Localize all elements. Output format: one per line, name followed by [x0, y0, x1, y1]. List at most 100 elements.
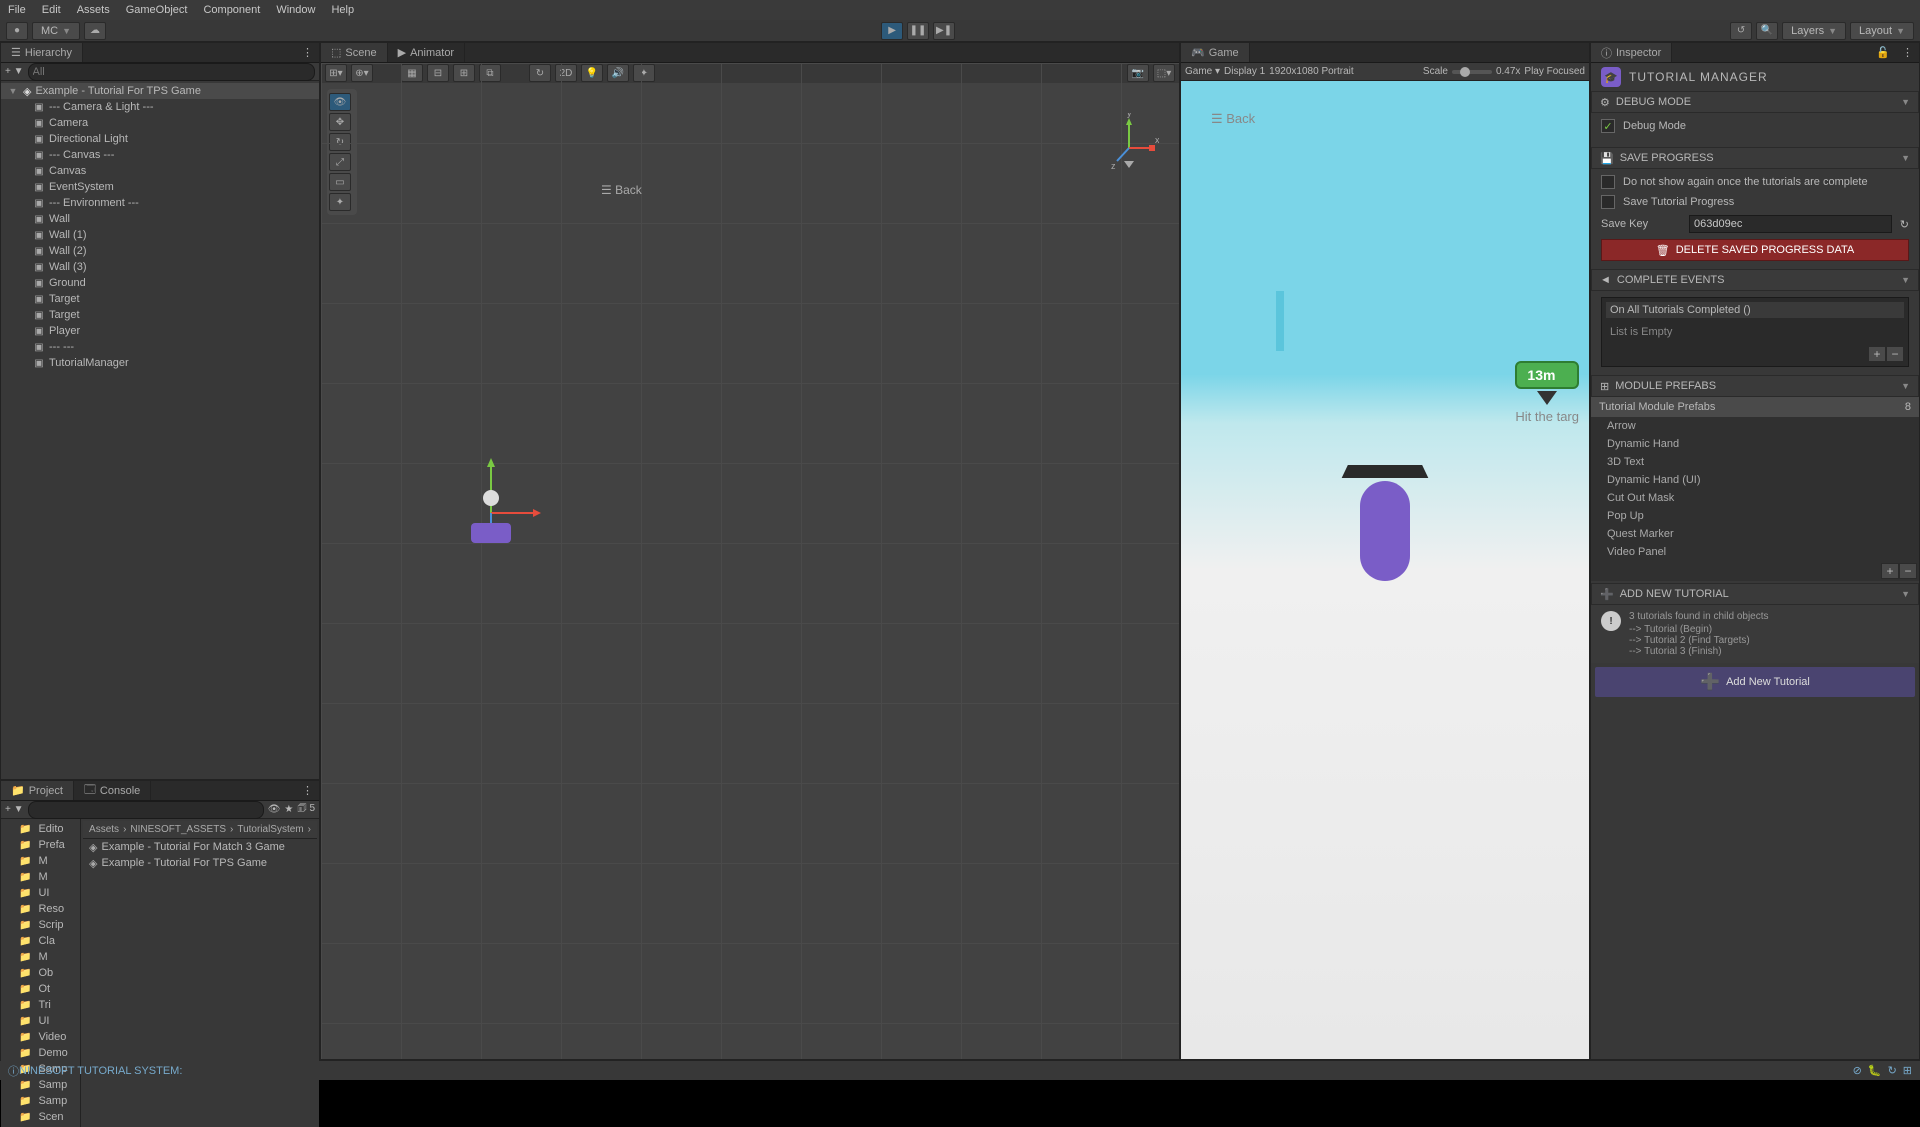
project-folder[interactable]: Prefa	[1, 837, 80, 853]
hierarchy-item[interactable]: ▣EventSystem	[1, 179, 319, 195]
project-folder[interactable]: Demo	[1, 1045, 80, 1061]
hierarchy-item[interactable]: ▣Wall (1)	[1, 227, 319, 243]
hierarchy-item[interactable]: ▣Player	[1, 323, 319, 339]
complete-events-header[interactable]: ◄COMPLETE EVENTS ▼	[1591, 269, 1919, 291]
add-tutorial-header[interactable]: ➕ADD NEW TUTORIAL ▼	[1591, 583, 1919, 605]
create-dropdown[interactable]: + ▼	[5, 66, 24, 77]
save-key-input[interactable]	[1689, 215, 1892, 233]
status-icon[interactable]: ⊘	[1853, 1064, 1862, 1077]
add-event-button[interactable]: +	[1868, 346, 1886, 362]
hierarchy-item[interactable]: ▣Camera	[1, 115, 319, 131]
panel-menu-icon[interactable]: ⋮	[1896, 46, 1919, 59]
game-back-button[interactable]: ☰ Back	[1211, 111, 1255, 127]
undo-history-icon[interactable]: ↺	[1730, 22, 1752, 40]
project-folder[interactable]: UI	[1, 1013, 80, 1029]
pause-button[interactable]: ❚❚	[907, 22, 929, 40]
save-progress-checkbox[interactable]	[1601, 195, 1615, 209]
account-label[interactable]: MC ▼	[32, 22, 80, 40]
hierarchy-item[interactable]: ▣Wall (2)	[1, 243, 319, 259]
menu-gameobject[interactable]: GameObject	[126, 4, 188, 16]
add-prefab-button[interactable]: +	[1881, 563, 1899, 579]
cloud-icon[interactable]: ☁	[84, 22, 106, 40]
project-folder[interactable]: UI	[1, 885, 80, 901]
debug-mode-header[interactable]: DEBUG MODE ▼	[1591, 91, 1919, 113]
status-icon[interactable]: 🐛	[1868, 1064, 1882, 1077]
remove-event-button[interactable]: −	[1886, 346, 1904, 362]
hierarchy-item[interactable]: ▣Wall (3)	[1, 259, 319, 275]
search-icon[interactable]: 🔍	[1756, 22, 1778, 40]
hierarchy-item[interactable]: ▣--- Environment ---	[1, 195, 319, 211]
module-prefabs-header[interactable]: ⊞MODULE PREFABS ▼	[1591, 375, 1919, 397]
project-folder[interactable]: Ob	[1, 965, 80, 981]
project-folder[interactable]: Scrip	[1, 917, 80, 933]
breadcrumb-item[interactable]: TutorialSystem	[237, 824, 303, 835]
game-tab[interactable]: 🎮Game	[1181, 43, 1250, 62]
project-file[interactable]: ◈ Example - Tutorial For TPS Game	[83, 855, 317, 871]
debug-mode-checkbox[interactable]	[1601, 119, 1615, 133]
hierarchy-item[interactable]: ▣Wall	[1, 211, 319, 227]
display-dropdown[interactable]: Display 1	[1224, 66, 1265, 77]
hierarchy-item[interactable]: ▣--- Canvas ---	[1, 147, 319, 163]
project-folder[interactable]: Video	[1, 1029, 80, 1045]
play-mode-dropdown[interactable]: Play Focused	[1524, 66, 1585, 77]
menu-assets[interactable]: Assets	[77, 4, 110, 16]
project-folder[interactable]: Samp	[1, 1077, 80, 1093]
scene-view[interactable]: ⊞▾ ⊕▾ ▦ ⊟ ⊞ ⧉ ↻ 2D 💡 🔊 ✦ 📷 ⬚▾	[321, 63, 1179, 1059]
prefab-item[interactable]: 3D Text	[1591, 453, 1919, 471]
hierarchy-item[interactable]: ▣Directional Light	[1, 131, 319, 147]
project-folder[interactable]: Ot	[1, 981, 80, 997]
prefab-item[interactable]: Cut Out Mask	[1591, 489, 1919, 507]
menu-edit[interactable]: Edit	[42, 4, 61, 16]
layout-dropdown[interactable]: Layout ▼	[1850, 22, 1914, 40]
panel-menu-icon[interactable]: ⋮	[296, 784, 319, 797]
prefab-item[interactable]: Arrow	[1591, 417, 1919, 435]
hierarchy-item[interactable]: ▣TutorialManager	[1, 355, 319, 371]
menu-window[interactable]: Window	[276, 4, 315, 16]
menu-component[interactable]: Component	[203, 4, 260, 16]
breadcrumb-item[interactable]: NINESOFT_ASSETS	[130, 824, 226, 835]
status-icon[interactable]: ↻	[1888, 1064, 1897, 1077]
project-folder[interactable]: Edito	[1, 821, 80, 837]
scene-player-gizmo[interactable]	[441, 443, 561, 563]
project-search[interactable]	[28, 801, 264, 819]
save-progress-header[interactable]: 💾SAVE PROGRESS ▼	[1591, 147, 1919, 169]
prefab-item[interactable]: Quest Marker	[1591, 525, 1919, 543]
hierarchy-item[interactable]: ▣Ground	[1, 275, 319, 291]
prefab-item[interactable]: Dynamic Hand	[1591, 435, 1919, 453]
scale-slider[interactable]	[1452, 70, 1492, 74]
hierarchy-item[interactable]: ▣Target	[1, 291, 319, 307]
step-button[interactable]: ▶❚	[933, 22, 955, 40]
star-icon[interactable]: ★	[284, 804, 293, 815]
add-new-tutorial-button[interactable]: ➕Add New Tutorial	[1595, 667, 1915, 697]
project-folder[interactable]: Samp	[1, 1093, 80, 1109]
menu-help[interactable]: Help	[331, 4, 354, 16]
project-folder[interactable]: M	[1, 869, 80, 885]
status-icon[interactable]: ⊞	[1903, 1064, 1912, 1077]
prefab-item[interactable]: Video Panel	[1591, 543, 1919, 561]
breadcrumb-item[interactable]: Assets	[89, 824, 119, 835]
refresh-key-icon[interactable]: ↻	[1900, 218, 1909, 231]
layers-dropdown[interactable]: Layers ▼	[1782, 22, 1846, 40]
lock-icon[interactable]: 🔓	[1870, 46, 1896, 59]
remove-prefab-button[interactable]: −	[1899, 563, 1917, 579]
delete-progress-button[interactable]: 🗑DELETE SAVED PROGRESS DATA	[1601, 239, 1909, 261]
do-not-show-checkbox[interactable]	[1601, 175, 1615, 189]
inspector-tab[interactable]: ⓘInspector	[1591, 43, 1672, 62]
scene-tab[interactable]: ⬚Scene	[321, 43, 388, 62]
project-folder[interactable]: M	[1, 853, 80, 869]
hierarchy-item[interactable]: ▣Target	[1, 307, 319, 323]
project-folder[interactable]: Cla	[1, 933, 80, 949]
project-folder[interactable]: Reso	[1, 901, 80, 917]
resolution-dropdown[interactable]: 1920x1080 Portrait	[1269, 66, 1354, 77]
account-dropdown[interactable]: ●	[6, 22, 28, 40]
project-tab[interactable]: 📁Project	[1, 781, 74, 800]
hierarchy-tab[interactable]: ☰Hierarchy	[1, 43, 83, 62]
filter-icon[interactable]: 👁	[268, 804, 281, 815]
console-tab[interactable]: 🗔Console	[74, 781, 151, 800]
project-file[interactable]: ◈ Example - Tutorial For Match 3 Game	[83, 839, 317, 855]
create-dropdown[interactable]: + ▼	[5, 804, 24, 815]
animator-tab[interactable]: ▶Animator	[388, 43, 466, 62]
game-dropdown[interactable]: Game ▾	[1185, 66, 1220, 77]
hierarchy-item[interactable]: ▣Canvas	[1, 163, 319, 179]
hierarchy-item[interactable]: ▣--- Camera & Light ---	[1, 99, 319, 115]
